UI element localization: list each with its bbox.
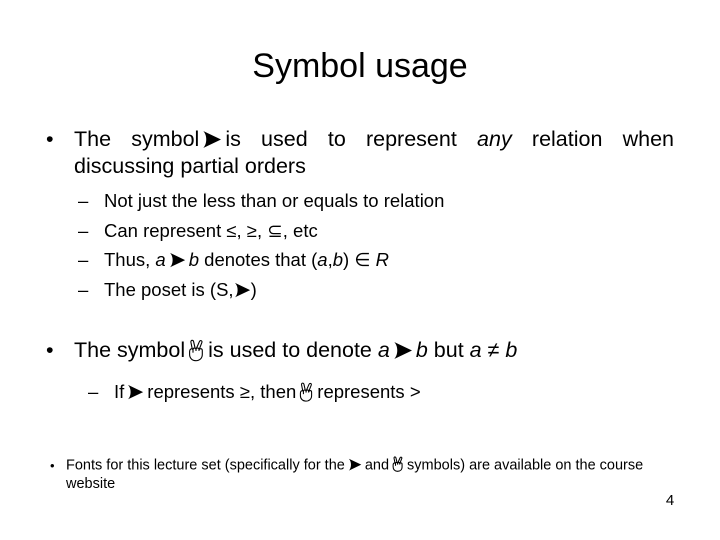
bullet2-var-a2: a [469, 338, 482, 362]
wingdings-arrowhead-icon [348, 458, 362, 471]
not-equal-symbol: ≠ [487, 338, 500, 362]
bullet1-part1: The symbol [74, 127, 200, 151]
sub5-mid: represents ≥, then [147, 381, 297, 402]
footnote-fonts-availability: • Fonts for this lecture set (specifical… [50, 456, 680, 494]
sub-bullet-if-represents: – If represents ≥, then represents > [88, 377, 421, 407]
bullet-level1-symbol-usage: • The symbol is used to represent any rel… [46, 126, 674, 180]
element-of-symbol: ∈ [354, 249, 371, 270]
sub3-relation-R: R [375, 249, 389, 270]
sub-bullet-text: Thus, ab denotes that (a,b) ∈ R [104, 245, 389, 275]
wingdings-victory-hand-icon [188, 339, 205, 362]
wingdings-victory-hand-icon [299, 382, 314, 402]
sub-bullet-text: Can represent ≤, ≥, ⊆, etc [104, 216, 318, 246]
sub3-var-b2: b [332, 249, 344, 270]
sub3-var-a: a [155, 249, 166, 270]
sub-bullet-poset-is: – The poset is (S,) [78, 275, 257, 305]
note-part2: and [364, 457, 390, 474]
wingdings-arrowhead-icon [234, 282, 251, 298]
sub-bullet-text: If represents ≥, then represents > [114, 377, 421, 407]
sub3-pre: Thus, [104, 249, 151, 270]
bullet1-part2: is used to represent [225, 127, 457, 151]
bullet2-mid: but [433, 338, 464, 362]
bullet-level1-text: The symbol is used to denote ab but a ≠ b [74, 337, 686, 364]
bullet2-var-b1: b [415, 338, 428, 362]
page-number: 4 [665, 492, 675, 509]
bullet2-part1: The symbol [74, 338, 186, 362]
bullet-dot-icon: • [46, 127, 54, 151]
sub5-post: represents > [317, 381, 421, 402]
bullet-dash-icon: – [78, 219, 89, 241]
footnote-text: Fonts for this lecture set (specifically… [66, 456, 680, 494]
wingdings-arrowhead-icon [169, 252, 186, 268]
page-title: Symbol usage [252, 47, 468, 85]
bullet-level1-text: The symbol is used to represent any relat… [74, 126, 674, 180]
wingdings-arrowhead-icon [127, 384, 144, 400]
bullet-dot-icon: • [50, 458, 55, 473]
bullet2-part2: is used to denote [208, 338, 372, 362]
sub-bullet-can-represent: – Can represent ≤, ≥, ⊆, etc [78, 216, 318, 246]
sub2-symbols: ≤, ≥, ⊆, [226, 219, 288, 241]
bullet-dot-icon: • [46, 338, 54, 362]
sub3-var-b: b [188, 249, 200, 270]
sub-bullet-text: Not just the less than or equals to rela… [104, 190, 445, 211]
sub-bullet-text: The poset is (S,) [104, 275, 257, 305]
wingdings-arrowhead-icon [202, 130, 222, 149]
wingdings-arrowhead-icon [393, 341, 413, 360]
bullet2-var-b2: b [505, 338, 518, 362]
sub2-pre: Can represent [104, 219, 222, 241]
sub3-var-a2: a [317, 249, 328, 270]
bullet-dash-icon: – [88, 381, 99, 402]
sub4-set-S: S [216, 278, 229, 300]
note-part1: Fonts for this lecture set (specifically… [66, 457, 345, 474]
sub3-mid: denotes that ( [204, 249, 318, 270]
sub4-close: ) [250, 278, 257, 300]
sub2-post: etc [293, 219, 318, 241]
bullet-level1-strict-symbol: • The symbol is used to denote ab but a ≠… [46, 337, 686, 364]
sub4-pre: The poset is ( [104, 278, 217, 300]
sub3-close: ) [343, 249, 350, 270]
sub5-pre: If [114, 381, 125, 402]
bullet-dash-icon: – [78, 278, 89, 300]
bullet-dash-icon: – [78, 190, 89, 211]
sub-bullet-thus-a-b-denotes: – Thus, ab denotes that (a,b) ∈ R [78, 245, 389, 275]
bullet-dash-icon: – [78, 249, 89, 270]
bullet1-emphasis: any [477, 127, 512, 151]
slide-canvas: Symbol usage • The symbol is used to repr… [0, 0, 720, 540]
sub-bullet-not-just-less-than: – Not just the less than or equals to re… [78, 186, 444, 216]
wingdings-victory-hand-icon [392, 456, 404, 472]
bullet2-var-a1: a [377, 338, 390, 362]
